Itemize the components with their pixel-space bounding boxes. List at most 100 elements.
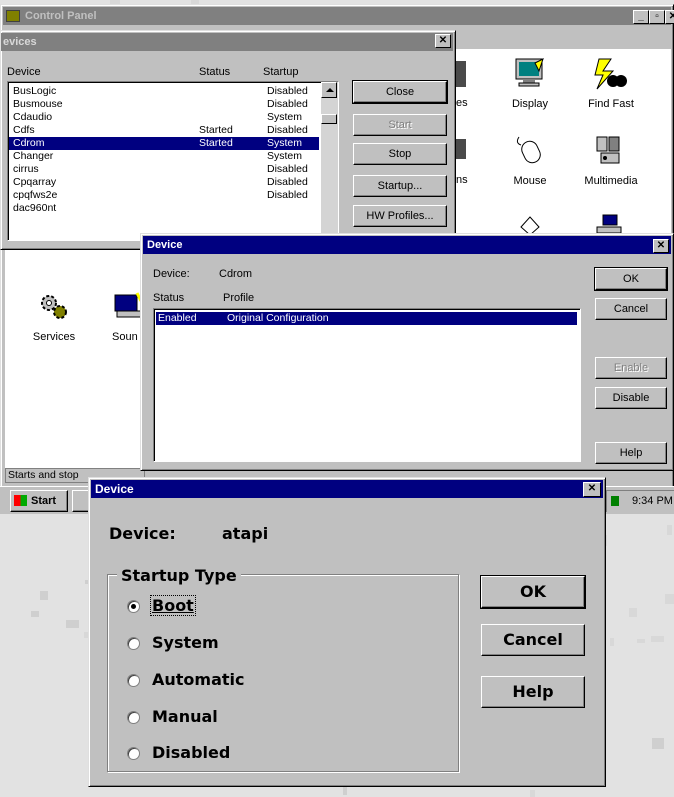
- find-fast-label: Find Fast: [588, 98, 634, 110]
- device-row[interactable]: cirrus Disabled: [9, 163, 319, 176]
- device-row-startup: Disabled: [267, 124, 308, 136]
- device-row[interactable]: Busmouse Disabled: [9, 98, 319, 111]
- column-status: Status: [199, 66, 231, 78]
- tray-icon: [611, 496, 619, 506]
- startup-ok-label: OK: [520, 582, 546, 601]
- mouse-icon: [516, 136, 541, 164]
- devices-window: evices ✕ Device Status Startup BusLogic D…: [0, 30, 456, 250]
- sounds-label: Soun: [112, 331, 138, 343]
- sounds-icon: [114, 292, 143, 318]
- control-panel-titlebar: Control Panel: [3, 7, 671, 25]
- disable-label: Disable: [612, 392, 650, 404]
- device-row[interactable]: Changer System: [9, 150, 319, 163]
- startup-cancel-button[interactable]: Cancel: [481, 624, 585, 656]
- devices-titlebar: evices: [1, 33, 453, 51]
- startup-label: Startup...: [377, 180, 423, 192]
- startup-help-label: Help: [512, 682, 554, 701]
- status-header: Status: [153, 292, 185, 304]
- profile-ok-button[interactable]: OK: [594, 267, 668, 291]
- device-row-device: cpqfws2e: [13, 189, 58, 201]
- profile-row-selected[interactable]: Enabled Original Configuration: [155, 311, 578, 326]
- start-label: Start: [31, 495, 57, 507]
- profile-row-status: Enabled: [158, 312, 197, 324]
- profile-list[interactable]: Enabled Original Configuration: [153, 308, 581, 462]
- radio-manual-label: Manual: [152, 707, 218, 726]
- radio-manual-button[interactable]: [127, 711, 140, 724]
- system-tray: 9:34 PM: [606, 490, 674, 512]
- disable-button[interactable]: Disable: [595, 387, 667, 409]
- profile-help-button[interactable]: Help: [595, 442, 667, 464]
- stop-label: Stop: [388, 148, 412, 160]
- profile-cancel-button[interactable]: Cancel: [595, 298, 667, 320]
- radio-system-button[interactable]: [127, 637, 140, 650]
- device-row[interactable]: Cpqarray Disabled: [9, 176, 319, 189]
- radio-boot-button[interactable]: [127, 600, 140, 613]
- device-startup-close-button[interactable]: ✕: [583, 482, 601, 497]
- scroll-up-button[interactable]: [321, 82, 337, 98]
- device-row[interactable]: BusLogic Disabled: [9, 85, 319, 98]
- device-row-status: Started: [199, 137, 233, 149]
- device-row-device: Cpqarray: [13, 176, 57, 188]
- devices-close-btn[interactable]: Close: [352, 80, 448, 104]
- clock: 9:34 PM: [632, 495, 673, 507]
- close-button[interactable]: ✕: [665, 10, 674, 24]
- device-row[interactable]: Cdaudio System: [9, 111, 319, 124]
- control-panel-title: Control Panel: [25, 10, 97, 22]
- startup-cancel-label: Cancel: [503, 630, 563, 649]
- ok-label: OK: [623, 273, 639, 285]
- devices-scrollbar[interactable]: [321, 82, 338, 240]
- scroll-up-icon: [326, 88, 334, 92]
- status-text: Starts and stop: [8, 469, 79, 481]
- startup-ok-button[interactable]: OK: [480, 575, 586, 609]
- radio-automatic-button[interactable]: [127, 674, 140, 687]
- enable-button[interactable]: Enable: [595, 357, 667, 379]
- profile-row-profile: Original Configuration: [227, 312, 329, 324]
- radio-automatic-label: Automatic: [152, 670, 245, 689]
- start-button[interactable]: Start: [353, 114, 447, 136]
- device-row-startup: System: [267, 137, 303, 149]
- startup-help-button[interactable]: Help: [481, 676, 585, 708]
- maximize-button[interactable]: ▫: [649, 10, 665, 24]
- startup-type-label: Startup Type: [117, 566, 241, 585]
- startup-device-label: Device:: [109, 524, 176, 543]
- column-device: Device: [7, 66, 41, 78]
- device-row-device: Changer: [13, 150, 54, 162]
- profile-header: Profile: [223, 292, 255, 304]
- radio-boot-label: Boot: [150, 595, 196, 616]
- radio-disabled-label: Disabled: [152, 743, 231, 762]
- device-row[interactable]: Cdrom Started System: [9, 137, 319, 150]
- radio-disabled-button[interactable]: [127, 747, 140, 760]
- device-label: Device:: [153, 268, 190, 280]
- device-profile-titlebar: Device: [143, 236, 671, 254]
- device-row[interactable]: cpqfws2e Disabled: [9, 189, 319, 202]
- device-row-startup: Disabled: [267, 85, 308, 97]
- device-value: Cdrom: [219, 268, 253, 280]
- start-label: Start: [388, 119, 412, 131]
- stop-button[interactable]: Stop: [353, 143, 447, 165]
- scroll-thumb[interactable]: [321, 114, 337, 124]
- mouse-label: Mouse: [513, 175, 547, 187]
- device-row-device: dac960nt: [13, 202, 57, 214]
- column-startup: Startup: [263, 66, 299, 78]
- devices-list[interactable]: BusLogic Disabled Busmouse Disabled Cdaudio S…: [7, 81, 339, 241]
- devices-close-button[interactable]: ✕: [435, 34, 451, 48]
- start-menu-button[interactable]: Start: [10, 490, 68, 512]
- display-label: Display: [511, 98, 549, 110]
- device-startup-title: Device: [95, 482, 134, 496]
- hw-profiles-label: HW Profiles...: [366, 210, 434, 222]
- startup-button[interactable]: Startup...: [353, 175, 447, 197]
- partial-icon-glyph: [456, 139, 466, 159]
- close-label: Close: [385, 86, 415, 98]
- device-row[interactable]: Cdfs Started Disabled: [9, 124, 319, 137]
- device-row-startup: Disabled: [267, 176, 308, 188]
- device-profile-dialog: Device ✕ Device: Cdrom Status Profile En…: [140, 233, 674, 471]
- device-profile-close-button[interactable]: ✕: [653, 239, 669, 253]
- device-row-device: Cdaudio: [13, 111, 53, 123]
- services-label: Services: [32, 331, 76, 343]
- radio-system-label: System: [152, 633, 219, 652]
- minimize-button[interactable]: _: [633, 10, 649, 24]
- device-startup-titlebar: Device: [91, 480, 603, 498]
- device-row-status: Started: [199, 124, 233, 136]
- device-row[interactable]: dac960nt: [9, 202, 319, 215]
- hw-profiles-button[interactable]: HW Profiles...: [353, 205, 447, 227]
